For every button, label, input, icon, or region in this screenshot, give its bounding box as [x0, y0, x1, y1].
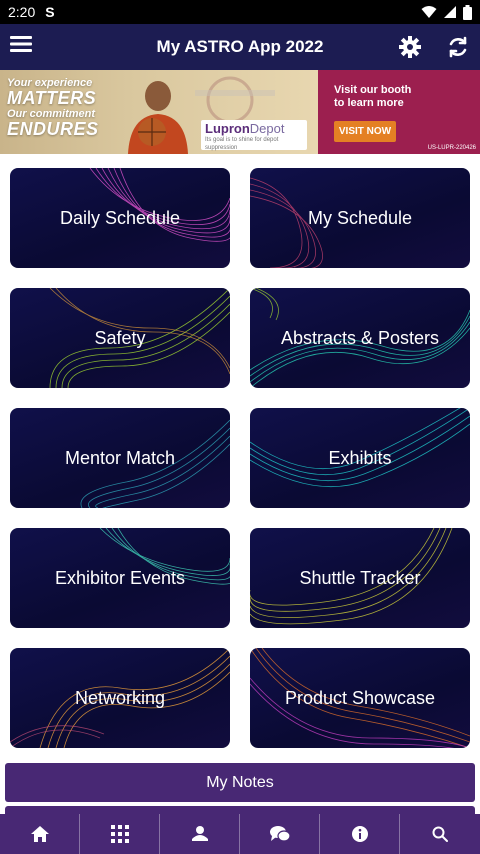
gear-icon: [399, 36, 421, 58]
nav-person[interactable]: [160, 814, 240, 854]
tile-abstracts-posters[interactable]: Abstracts & Posters: [250, 288, 470, 388]
app-bar: My ASTRO App 2022: [0, 24, 480, 70]
visit-now-button[interactable]: VISIT NOW: [334, 121, 396, 142]
nav-search[interactable]: [400, 814, 480, 854]
info-icon: [351, 826, 368, 842]
tile-exhibitor-events[interactable]: Exhibitor Events: [10, 528, 230, 628]
banner-tagline: Your experience MATTERS Our commitment E…: [7, 77, 99, 139]
tile-label: Exhibits: [328, 447, 392, 468]
banner-image-area: Your experience MATTERS Our commitment E…: [0, 70, 318, 154]
tile-label: Networking: [74, 687, 166, 708]
battery-icon: [463, 4, 472, 20]
menu-button[interactable]: [10, 36, 34, 58]
status-time: 2:20: [8, 4, 36, 20]
person-with-basketball-image: [128, 81, 188, 154]
person-icon: [191, 826, 208, 841]
sponsor-banner[interactable]: Your experience MATTERS Our commitment E…: [0, 70, 480, 154]
search-icon: [432, 826, 448, 842]
tile-label: Mentor Match: [64, 447, 176, 468]
tile-product-showcase[interactable]: Product Showcase: [250, 648, 470, 748]
tile-daily-schedule[interactable]: Daily Schedule: [10, 168, 230, 268]
tile-shuttle-tracker[interactable]: Shuttle Tracker: [250, 528, 470, 628]
banner-code: US-LUPR-220426: [427, 145, 476, 151]
nav-grid[interactable]: [80, 814, 160, 854]
home-icon: [30, 826, 49, 842]
hamburger-icon: [10, 36, 32, 52]
my-notes-button[interactable]: My Notes: [5, 763, 475, 802]
tile-label: Product Showcase: [284, 687, 436, 708]
banner-visit-text: Visit our booth to learn more: [334, 84, 412, 109]
banner-cta-area: Visit our booth to learn more VISIT NOW …: [318, 70, 480, 154]
tile-label: Safety: [94, 327, 146, 348]
settings-button[interactable]: [398, 35, 422, 59]
tile-label: Abstracts & Posters: [280, 327, 440, 348]
status-bar: 2:20 S: [0, 0, 480, 24]
chat-icon: [269, 826, 290, 842]
bottom-nav: [0, 814, 480, 854]
nav-chat[interactable]: [240, 814, 320, 854]
nav-info[interactable]: [320, 814, 400, 854]
refresh-icon: [449, 36, 467, 58]
tile-label: Exhibitor Events: [54, 567, 186, 588]
tile-networking[interactable]: Networking: [10, 648, 230, 748]
refresh-button[interactable]: [446, 35, 470, 59]
signal-icon: [444, 6, 456, 18]
tile-label: Daily Schedule: [59, 207, 181, 228]
tile-safety[interactable]: Safety: [10, 288, 230, 388]
nav-home[interactable]: [0, 814, 80, 854]
grid-icon: [110, 825, 129, 843]
lupron-depot-logo: LupronDepot Its goal is to shine for dep…: [201, 120, 307, 151]
tile-mentor-match[interactable]: Mentor Match: [10, 408, 230, 508]
tile-label: Shuttle Tracker: [299, 567, 421, 588]
tile-my-schedule[interactable]: My Schedule: [250, 168, 470, 268]
app-indicator-icon: S: [45, 4, 55, 20]
wifi-icon: [421, 6, 437, 18]
tile-exhibits[interactable]: Exhibits: [250, 408, 470, 508]
tile-label: My Schedule: [307, 207, 413, 228]
